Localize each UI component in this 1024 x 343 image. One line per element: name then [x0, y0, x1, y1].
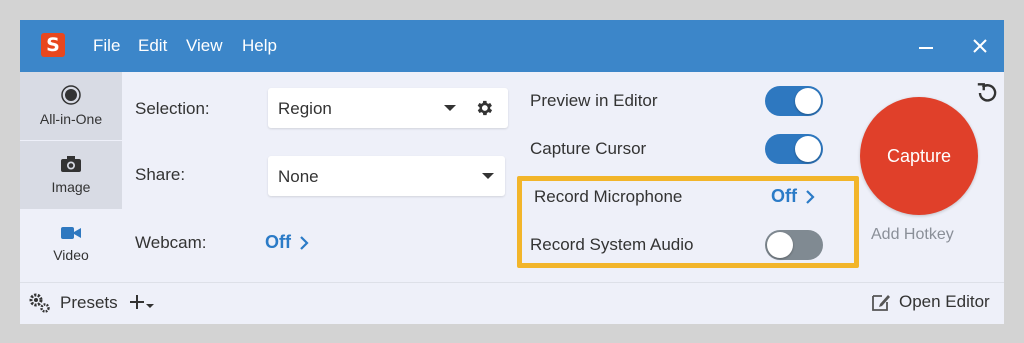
chevron-down-small-icon — [146, 304, 154, 308]
record-microphone-value: Off — [771, 186, 797, 206]
tab-image-label: Image — [51, 179, 91, 195]
chevron-right-icon — [806, 189, 815, 204]
record-microphone-label: Record Microphone — [534, 187, 683, 206]
open-editor-label: Open Editor — [899, 292, 990, 311]
gear-icon[interactable] — [474, 98, 494, 118]
presets-gear-icon — [29, 293, 50, 313]
presets-button[interactable]: Presets — [60, 293, 118, 313]
preview-in-editor-toggle[interactable] — [765, 86, 823, 116]
camera-icon — [61, 156, 81, 172]
minimize-button[interactable] — [908, 20, 944, 72]
selection-label: Selection: — [135, 99, 210, 118]
reset-icon[interactable] — [974, 80, 1000, 106]
webcam-toggle-link[interactable]: Off — [265, 232, 309, 253]
open-editor-button[interactable]: Open Editor — [871, 292, 990, 312]
capture-button-label: Capture — [886, 145, 952, 166]
toggle-knob — [795, 88, 821, 114]
share-dropdown[interactable]: None — [268, 156, 505, 196]
record-system-audio-label: Record System Audio — [530, 235, 694, 254]
menu-help[interactable]: Help — [242, 20, 277, 72]
tab-video[interactable]: Video — [20, 210, 122, 278]
chevron-right-icon — [300, 235, 309, 250]
record-microphone-link[interactable]: Off — [771, 186, 815, 207]
share-label: Share: — [135, 165, 186, 184]
webcam-label: Webcam: — [135, 233, 207, 252]
chevron-down-icon — [482, 173, 494, 179]
menu-view[interactable]: View — [186, 20, 223, 72]
toggle-knob — [795, 136, 821, 162]
toggle-knob — [767, 232, 793, 258]
tab-all-in-one[interactable]: All-in-One — [20, 72, 122, 140]
add-preset-button[interactable] — [129, 293, 155, 311]
video-camera-icon — [61, 227, 81, 239]
tab-image[interactable]: Image — [20, 141, 122, 209]
record-system-audio-toggle[interactable] — [765, 230, 823, 260]
chevron-down-icon — [444, 105, 456, 111]
capture-cursor-toggle[interactable] — [765, 134, 823, 164]
webcam-value: Off — [265, 232, 291, 252]
bottom-bar: Presets Open Editor — [20, 282, 1004, 324]
close-button[interactable] — [962, 20, 998, 72]
all-in-one-icon — [61, 85, 81, 105]
tab-all-in-one-label: All-in-One — [39, 111, 103, 127]
plus-icon — [130, 295, 144, 309]
menu-edit[interactable]: Edit — [138, 20, 167, 72]
add-hotkey-link[interactable]: Add Hotkey — [871, 226, 954, 244]
menu-file[interactable]: File — [93, 20, 120, 72]
share-value: None — [278, 167, 319, 186]
capture-button[interactable]: Capture — [860, 97, 978, 215]
capture-cursor-label: Capture Cursor — [530, 139, 647, 158]
selection-dropdown[interactable]: Region — [268, 88, 508, 128]
title-bar: S File Edit View Help — [20, 20, 1004, 72]
selection-value: Region — [278, 99, 332, 118]
close-icon — [973, 39, 987, 53]
minimize-icon — [919, 47, 933, 49]
edit-icon — [872, 295, 890, 311]
snagit-capture-window: S File Edit View Help All-in-One Image V… — [20, 20, 1004, 324]
tab-video-label: Video — [53, 247, 89, 263]
preview-in-editor-label: Preview in Editor — [530, 91, 658, 110]
snagit-logo-icon: S — [41, 33, 65, 57]
